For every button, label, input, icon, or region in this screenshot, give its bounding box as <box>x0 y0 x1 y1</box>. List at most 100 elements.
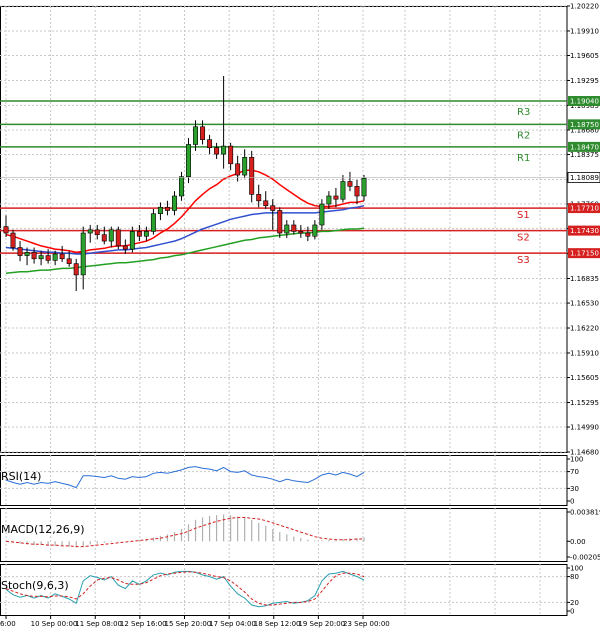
candle-body-bear <box>354 186 360 197</box>
candle-body-bear <box>101 234 107 242</box>
level-price-label: 1.19040 <box>570 97 599 105</box>
candle <box>319 199 325 230</box>
candle-body-bull <box>312 224 318 237</box>
candle-body-bull <box>361 177 367 197</box>
candle-body-bull <box>80 232 86 276</box>
indicator-tick-label: 0 <box>570 608 574 616</box>
candle-body-bear <box>200 126 206 140</box>
indicator-tick-label: 100 <box>570 456 583 464</box>
candle-body-bear <box>31 252 37 260</box>
candle-body-bear <box>305 232 311 237</box>
indicator-tick-label: -0.002051 <box>570 554 600 562</box>
date-tick-label: 12 Sep 16:00 <box>120 620 167 628</box>
date-tick-label: 11 Sep 08:00 <box>75 620 122 628</box>
forex-chart: R3R2R1S1S2S3 RSI(14)MACD(12,26,9)Stoch(9… <box>0 0 600 633</box>
price-tick-label: 1.16530 <box>570 300 599 308</box>
price-tick-label: 1.16220 <box>570 325 599 333</box>
candle-body-bear <box>45 255 51 261</box>
indicator-name: RSI(14) <box>1 470 41 483</box>
candle-body-bull <box>143 231 149 237</box>
level-label-s3: S3 <box>517 255 530 266</box>
candle-body-bull <box>284 224 290 234</box>
candle-body-bear <box>333 195 339 200</box>
level-label-r3: R3 <box>517 107 530 118</box>
level-label-s1: S1 <box>517 210 530 221</box>
candle-body-bull <box>108 229 114 242</box>
indicator-tick-label: 0 <box>570 498 574 506</box>
level-price-label: 1.18470 <box>570 143 599 151</box>
level-label-r1: R1 <box>517 153 530 164</box>
date-tick-label: 17 Sep 04:00 <box>209 620 256 628</box>
indicator-tick-label: 80 <box>570 573 579 581</box>
price-tick-label: 1.19295 <box>570 77 599 85</box>
candle <box>115 226 121 250</box>
candle-body-bull <box>340 181 346 200</box>
candle-body-bear <box>235 163 241 176</box>
candle-body-bear <box>122 245 128 250</box>
price-tick-label: 1.19605 <box>570 52 599 60</box>
date-tick-label: 15 Sep 20:00 <box>165 620 212 628</box>
candle <box>10 229 16 251</box>
candle-body-bull <box>38 255 44 260</box>
candle <box>277 207 283 238</box>
candle-body-bull <box>24 252 30 256</box>
candle-body-bear <box>249 157 255 195</box>
indicator-tick-label: 0.003819 <box>570 509 600 517</box>
candle-body-bull <box>179 176 184 197</box>
indicator-name: MACD(12,26,9) <box>1 523 85 536</box>
level-price-label: 1.17710 <box>570 205 599 213</box>
indicator-tick-label: 0.00 <box>570 538 586 546</box>
date-tick-label: 6:00 <box>0 620 16 628</box>
candle-body-bull <box>319 203 325 226</box>
price-tick-label: 1.19910 <box>570 27 599 35</box>
candle-body-bull <box>171 195 177 211</box>
candle-body-bear <box>207 139 213 148</box>
date-tick-label: 23 Sep 00:00 <box>343 620 390 628</box>
candle-body-bear <box>115 229 121 247</box>
candle-body-bear <box>164 206 170 211</box>
date-tick-label: 10 Sep 00:00 <box>31 620 78 628</box>
candle-body-bear <box>277 210 283 234</box>
candle-body-bear <box>291 224 297 232</box>
candle-body-bear <box>59 253 65 260</box>
candle-body-bear <box>94 229 100 235</box>
candle-body-bear <box>10 232 16 248</box>
indicator-tick-label: 100 <box>570 565 583 573</box>
chart-background <box>0 0 600 633</box>
candle-body-bull <box>186 144 191 177</box>
price-tick-label: 1.20220 <box>570 3 599 11</box>
candle-body-bear <box>3 226 9 234</box>
candle-body-bear <box>228 145 234 165</box>
indicator-tick-label: 20 <box>570 599 579 607</box>
date-tick-label: 18 Sep 12:00 <box>254 620 301 628</box>
candle-body-bear <box>66 258 72 264</box>
price-tick-label: 1.16835 <box>570 275 599 283</box>
candle-body-bull <box>157 206 163 215</box>
level-price-label: 1.17150 <box>570 250 599 258</box>
level-label-s2: S2 <box>517 233 530 244</box>
candle-body-bear <box>263 200 269 206</box>
price-tick-label: 1.14990 <box>570 424 599 432</box>
candle-body-bear <box>347 181 353 187</box>
candle-body-bear <box>214 147 220 155</box>
candle-body-bull <box>193 126 199 145</box>
indicator-tick-label: 70 <box>570 468 579 476</box>
candle-body-bear <box>73 263 79 276</box>
candle-body-bear <box>298 231 304 234</box>
candle-body-bull <box>87 229 93 234</box>
candle-body-bear <box>270 205 276 211</box>
candle-body-bear <box>17 247 23 256</box>
candle-body-bull <box>242 157 248 176</box>
price-tick-label: 1.15910 <box>570 349 599 357</box>
level-price-label: 1.17430 <box>570 227 599 235</box>
candle-body-bull <box>221 145 227 155</box>
price-tick-label: 1.15605 <box>570 374 599 382</box>
current-price-label: 1.18089 <box>570 174 599 182</box>
indicator-tick-label: 30 <box>570 485 579 493</box>
candle-body-bear <box>256 194 262 202</box>
level-price-label: 1.18750 <box>570 121 599 129</box>
price-tick-label: 1.18375 <box>570 151 599 159</box>
candle-body-bull <box>150 213 156 232</box>
candle-body-bull <box>326 195 332 205</box>
price-tick-label: 1.15295 <box>570 399 599 407</box>
